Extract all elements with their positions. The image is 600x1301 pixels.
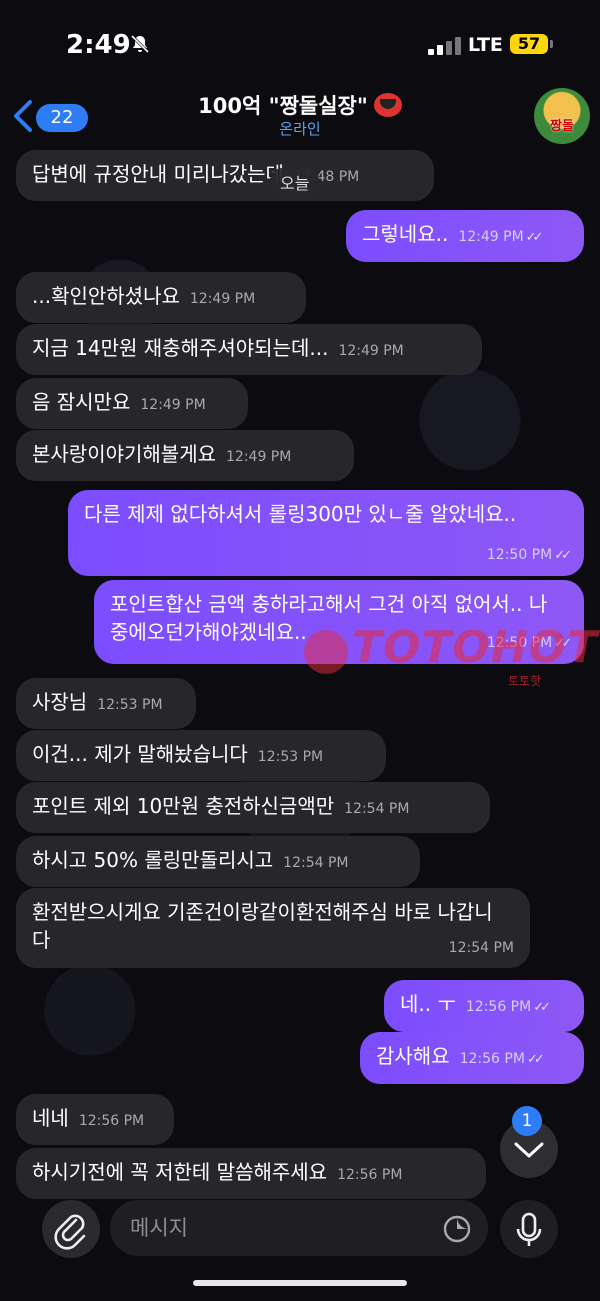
message-time: 12:54 PM (448, 940, 514, 956)
chat-header: 22 100억 "짱돌실장" 온라인 짱돌 (0, 84, 600, 150)
status-time: 2:49 (66, 30, 131, 60)
read-receipt-icon: ✓✓ (554, 636, 572, 651)
message-time: 12:56 PM (78, 1113, 145, 1129)
message-text: 환전받으시게요 기존건이랑같이환전해주심 바로 나갑니다 (32, 900, 493, 952)
message-text: ...확인안하셨나요 (32, 284, 180, 308)
attach-button[interactable] (42, 1200, 100, 1258)
message-incoming[interactable]: 본사랑이야기해볼게요 12:49 PM (16, 430, 354, 481)
read-receipt-icon: ✓✓ (525, 230, 544, 245)
read-receipt-icon: ✓✓ (554, 548, 572, 563)
message-input[interactable] (110, 1200, 488, 1256)
read-receipt-icon: ✓✓ (533, 1000, 551, 1015)
message-time: 12:50 PM (486, 635, 553, 651)
message-time: 12:53 PM (97, 697, 163, 713)
message-incoming[interactable]: 환전받으시게요 기존건이랑같이환전해주심 바로 나갑니다 12:54 PM (16, 888, 530, 968)
read-receipt-icon: ✓✓ (526, 1052, 545, 1067)
message-text: 음 잠시만요 (32, 390, 131, 414)
home-indicator[interactable] (193, 1280, 407, 1286)
cellular-signal-icon (428, 37, 462, 55)
message-outgoing[interactable]: 다른 제제 없다하셔서 롤링300만 있ㄴ줄 알았네요.. 12:50 PM ✓✓ (68, 490, 584, 576)
avatar-label: 짱돌 (550, 119, 574, 134)
message-outgoing[interactable]: 포인트합산 금액 충하라고해서 그건 아직 없어서.. 나중에오던가해야겠네요.… (94, 580, 584, 664)
message-incoming[interactable]: 포인트 제외 10만원 충전하신금액만 12:54 PM (16, 782, 490, 833)
message-incoming[interactable]: 지금 14만원 재충해주셔야되는데... 12:49 PM (16, 324, 482, 375)
avatar[interactable]: 짱돌 (534, 88, 590, 144)
status-bar: 2:49 LTE 57 (0, 0, 600, 90)
message-incoming[interactable]: 음 잠시만요 12:49 PM (16, 378, 248, 429)
message-text: 본사랑이야기해볼게요 (32, 442, 216, 466)
paperclip-icon (54, 1214, 86, 1250)
message-time: 12:56 PM (465, 999, 532, 1015)
message-incoming[interactable]: 답변에 규정안내 미리나갔는데 12:48 PM (16, 150, 434, 201)
angry-face-emoji-icon (373, 93, 402, 117)
microphone-icon (516, 1212, 542, 1246)
unread-badge: 1 (512, 1106, 542, 1136)
message-text: 이건... 제가 말해놨습니다 (32, 742, 248, 766)
battery-icon: 57 (510, 34, 548, 54)
message-time: 12:49 PM (458, 229, 524, 245)
message-text: 하시기전에 꼭 저한테 말씀해주세요 (32, 1160, 328, 1184)
message-text: 하시고 50% 롤링만돌리시고 (32, 848, 274, 872)
message-text: 사장님 (32, 690, 88, 714)
network-type: LTE (468, 34, 503, 56)
message-text: 네.. ㅜ (400, 992, 456, 1016)
message-time: 12:49 PM (140, 397, 206, 413)
message-text: 답변에 규정안내 미리나갔는데 (32, 162, 284, 186)
message-incoming[interactable]: 사장님 12:53 PM (16, 678, 196, 729)
battery-nub (550, 40, 553, 48)
message-text: 포인트 제외 10만원 충전하신금액만 (32, 794, 335, 818)
message-text: 그렇네요.. (362, 222, 449, 246)
message-text: 감사해요 (376, 1044, 450, 1068)
message-outgoing[interactable]: 감사해요 12:56 PM ✓✓ (360, 1032, 584, 1084)
message-time: 12:56 PM (337, 1167, 403, 1183)
message-time: 12:50 PM (486, 547, 553, 563)
message-time: 12:56 PM (459, 1051, 525, 1067)
message-time: 12:49 PM (226, 449, 292, 465)
sticker-icon[interactable] (442, 1214, 472, 1244)
message-outgoing[interactable]: 네.. ㅜ 12:56 PM ✓✓ (384, 980, 584, 1032)
message-text: 지금 14만원 재충해주셔야되는데... (32, 336, 329, 360)
message-time: 12:54 PM (344, 801, 410, 817)
message-text: 다른 제제 없다하셔서 롤링300만 있ㄴ줄 알았네요.. (84, 502, 517, 526)
message-text: 네네 (32, 1106, 69, 1130)
bell-slash-icon (130, 34, 150, 54)
date-separator: 오늘 (270, 168, 320, 196)
chat-online-status: 온라인 (279, 120, 321, 138)
message-time: 12:54 PM (283, 855, 349, 871)
message-time: 12:53 PM (257, 749, 324, 765)
message-incoming[interactable]: 이건... 제가 말해놨습니다 12:53 PM (16, 730, 386, 781)
chat-title-text: 100억 "짱돌실장" (198, 94, 368, 118)
message-time: 12:49 PM (189, 291, 256, 307)
message-incoming[interactable]: 하시고 50% 롤링만돌리시고 12:54 PM (16, 836, 420, 887)
message-time: 12:49 PM (338, 343, 404, 359)
voice-record-button[interactable] (500, 1200, 558, 1258)
chat-title[interactable]: 100억 "짱돌실장" (0, 90, 600, 120)
message-incoming[interactable]: 네네 12:56 PM (16, 1094, 174, 1145)
message-outgoing[interactable]: 그렇네요.. 12:49 PM ✓✓ (346, 210, 584, 262)
message-incoming[interactable]: ...확인안하셨나요 12:49 PM (16, 272, 306, 323)
